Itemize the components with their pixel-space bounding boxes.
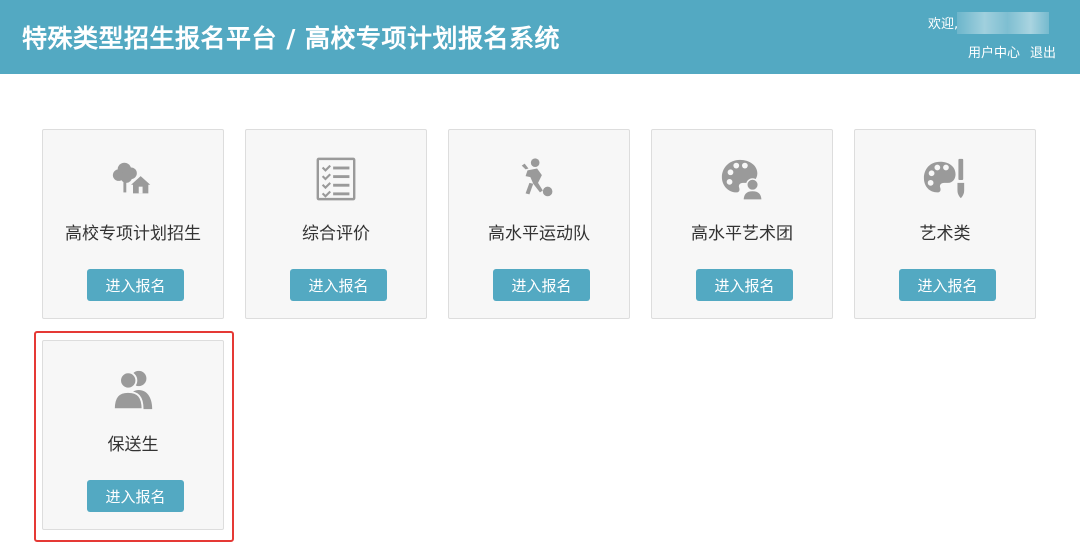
card-special-plan: 高校专项计划招生 进入报名 — [42, 129, 224, 319]
users-icon — [109, 366, 157, 414]
palette-person-icon — [718, 155, 766, 203]
card-title: 高水平运动队 — [488, 224, 590, 244]
enter-register-button[interactable]: 进入报名 — [696, 269, 793, 301]
enter-register-button[interactable]: 进入报名 — [899, 269, 996, 301]
enter-register-button[interactable]: 进入报名 — [493, 269, 590, 301]
card-title: 艺术类 — [919, 224, 971, 244]
card-recommended-students: 保送生 进入报名 — [42, 340, 224, 530]
palette-brush-icon — [921, 155, 969, 203]
logout-link[interactable]: 退出 — [1030, 46, 1056, 61]
card-comprehensive-eval: 综合评价 进入报名 — [245, 129, 427, 319]
blurred-username — [957, 12, 1049, 34]
card-title: 高校专项计划招生 — [65, 224, 201, 244]
card-sports-team: 高水平运动队 进入报名 — [448, 129, 630, 319]
card-art-troupe: 高水平艺术团 进入报名 — [651, 129, 833, 319]
user-links: 用户中心 退出 — [968, 42, 1056, 61]
soccer-player-icon — [515, 155, 563, 203]
welcome-text: 欢迎, — [928, 17, 959, 32]
card-title: 保送生 — [107, 435, 159, 455]
platform-title: 特殊类型招生报名平台 / 高校专项计划报名系统 — [22, 24, 561, 53]
card-title: 高水平艺术团 — [691, 224, 793, 244]
card-title: 综合评价 — [302, 224, 370, 244]
enter-register-button[interactable]: 进入报名 — [87, 480, 184, 512]
enter-register-button[interactable]: 进入报名 — [87, 269, 184, 301]
enter-register-button[interactable]: 进入报名 — [290, 269, 387, 301]
checklist-icon — [312, 155, 360, 203]
user-center-link[interactable]: 用户中心 — [968, 46, 1020, 61]
tree-house-icon — [109, 155, 157, 203]
top-header: 特殊类型招生报名平台 / 高校专项计划报名系统 欢迎, 用户中心 退出 — [0, 0, 1080, 74]
card-arts: 艺术类 进入报名 — [854, 129, 1036, 319]
